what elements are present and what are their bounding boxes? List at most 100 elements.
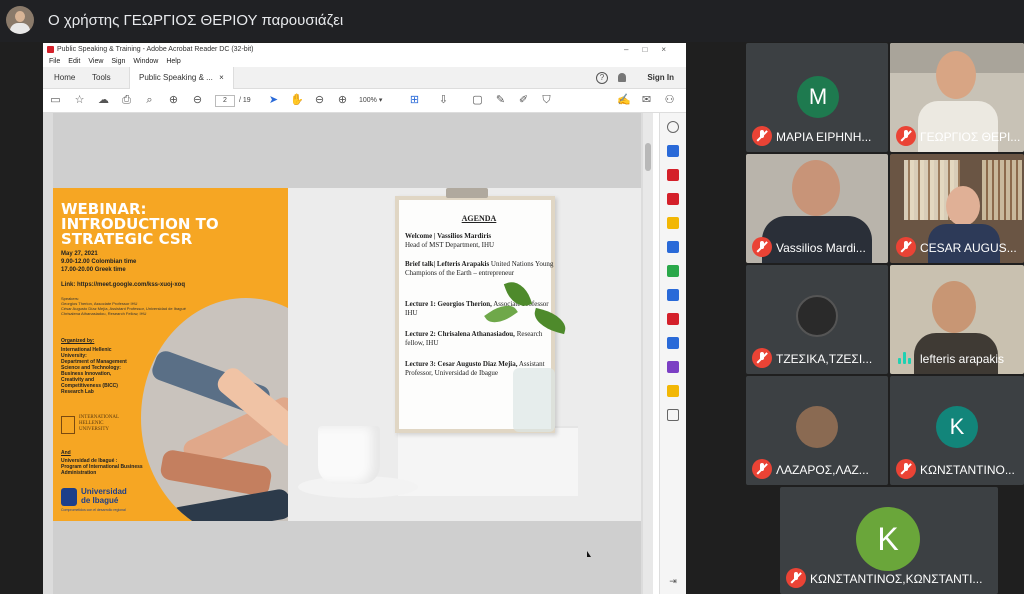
participant-tile[interactable]: K ΚΩΝΣΤΑΝΤΙΝΟ...: [890, 376, 1024, 485]
poster-speakers-line: Chrisalena Athanasiadou, Research Fellow…: [61, 311, 147, 316]
page-down-icon[interactable]: ⊖: [191, 94, 204, 107]
next-page-area: [53, 521, 641, 594]
upload-cloud-icon[interactable]: ☁: [97, 94, 110, 107]
menu-view[interactable]: View: [88, 58, 103, 65]
sound-bar: [908, 358, 911, 364]
export-excel-icon[interactable]: [667, 265, 679, 277]
zoom-select[interactable]: 100% ▾: [359, 95, 393, 107]
poster-time-greece: 17.00-20.00 Greek time: [61, 267, 126, 273]
scrollbar-thumb[interactable]: [645, 143, 651, 171]
menu-edit[interactable]: Edit: [68, 58, 80, 65]
menu-help[interactable]: Help: [166, 58, 180, 65]
export-pdf-icon[interactable]: [667, 145, 679, 157]
participant-tile[interactable]: ΤΖΕΣΙΚΑ,ΤΖΕΣΙ...: [746, 265, 888, 374]
participant-tile[interactable]: ΓΕΩΡΓΙΟΣ ΘΕΡΙ...: [890, 43, 1024, 152]
stamp-icon[interactable]: ⛉: [540, 94, 553, 107]
window-controls[interactable]: –□×: [624, 45, 680, 54]
ibague-logo-line: Universidad: [81, 487, 127, 496]
zoom-panel-icon[interactable]: [667, 121, 679, 133]
scan-icon[interactable]: [667, 289, 679, 301]
organize-pages-icon[interactable]: [667, 241, 679, 253]
vertical-scrollbar[interactable]: [643, 113, 653, 594]
protect-icon[interactable]: [667, 337, 679, 349]
participant-tile[interactable]: ΛΑΖΑΡΟΣ,ΛΑΖ...: [746, 376, 888, 485]
partner-line: Administration: [61, 470, 97, 476]
presentation-header: Ο χρήστης ΓΕΩΡΓΙΟΣ ΘΕΡΙΟΥ παρουσιάζει: [0, 0, 1024, 42]
poster-organizers: Organized by: International Hellenic Uni…: [61, 338, 141, 395]
zoom-value: 100%: [359, 97, 377, 104]
menu-sign[interactable]: Sign: [111, 58, 125, 65]
coffee-cup: [318, 426, 380, 484]
sign-icon[interactable]: ✍: [617, 94, 631, 107]
email-icon[interactable]: ✉: [640, 94, 653, 107]
redact-icon[interactable]: [667, 361, 679, 373]
participant-tile[interactable]: K ΚΩΝΣΤΑΝΤΙΝΟΣ,ΚΩΝΣΤΑΝΤΙ...: [780, 487, 998, 594]
tab-home[interactable]: Home: [45, 67, 84, 89]
more-tools-icon[interactable]: [667, 409, 679, 421]
participant-tile[interactable]: M ΜΑΡΙΑ ΕΙΡΗΝΗ...: [746, 43, 888, 152]
participant-tile[interactable]: CESAR AUGUS...: [890, 154, 1024, 263]
agenda-photo: AGENDA Welcome | Vassilios Mardiris Head …: [288, 188, 641, 521]
agenda-item: Brief talk| Lefteris Arapakis United Nat…: [405, 260, 555, 278]
page-up-icon[interactable]: ⊕: [167, 94, 180, 107]
share-user-icon[interactable]: ⚇: [663, 94, 676, 107]
menu-file[interactable]: File: [49, 58, 60, 65]
zoom-out-icon[interactable]: ⊖: [313, 94, 326, 107]
tab-document[interactable]: Public Speaking & ... ×: [129, 67, 234, 89]
participant-avatar: K: [856, 507, 920, 571]
scroll-mode-icon[interactable]: ⇩: [437, 94, 450, 107]
webinar-poster: WEBINAR: INTRODUCTION TO STRATEGIC CSR M…: [53, 188, 288, 521]
previous-page-area: [53, 113, 641, 188]
comment-icon[interactable]: ▢: [471, 94, 484, 107]
create-pdf-icon[interactable]: [667, 169, 679, 181]
send-review-icon[interactable]: [667, 385, 679, 397]
collapse-panel-icon[interactable]: ⇥: [667, 575, 679, 587]
fit-page-icon[interactable]: ⊞: [408, 94, 421, 107]
help-icon[interactable]: ?: [596, 72, 608, 84]
pdf-page: WEBINAR: INTRODUCTION TO STRATEGIC CSR M…: [53, 188, 641, 521]
sound-bar: [898, 358, 901, 364]
search-icon[interactable]: ⌕: [143, 94, 156, 107]
document-viewport[interactable]: WEBINAR: INTRODUCTION TO STRATEGIC CSR M…: [43, 113, 643, 594]
participant-face: [936, 51, 976, 99]
agenda-item: Welcome | Vassilios Mardiris Head of MST …: [405, 232, 555, 250]
combine-files-icon[interactable]: [667, 193, 679, 205]
poster-time-colombia: 9.00-12.00 Colombian time: [61, 259, 137, 265]
presenter-avatar-body: [10, 23, 30, 34]
sign-in-button[interactable]: Sign In: [647, 67, 674, 89]
glass-vase: [513, 368, 555, 432]
tab-tools[interactable]: Tools: [83, 67, 120, 89]
save-icon[interactable]: ▭: [49, 94, 62, 107]
presenter-avatar-head: [15, 11, 25, 22]
organized-by-label: Organized by:: [61, 338, 95, 344]
participant-avatar: K: [936, 406, 978, 448]
participant-face: [946, 186, 980, 226]
draw-icon[interactable]: ✐: [517, 94, 530, 107]
ihu-logo: INTERNATIONAL HELLENIC UNIVERSITY: [61, 414, 139, 438]
tab-close-icon[interactable]: ×: [219, 73, 224, 82]
zoom-in-icon[interactable]: ⊕: [336, 94, 349, 107]
page-number-input[interactable]: 2: [215, 95, 235, 107]
bell-icon[interactable]: [618, 73, 626, 82]
ibague-tagline: Comprometidos con el desarrollo regional: [61, 508, 126, 512]
mic-off-icon: [786, 568, 806, 588]
mic-off-icon: [752, 237, 772, 257]
fill-sign-icon[interactable]: [667, 313, 679, 325]
select-cursor-icon[interactable]: ➤: [267, 94, 280, 107]
menu-window[interactable]: Window: [133, 58, 158, 65]
hand-icon[interactable]: ✋: [290, 94, 304, 107]
bookmark-star-icon[interactable]: ☆: [73, 94, 86, 107]
ibague-emblem-icon: [61, 488, 77, 506]
comment-panel-icon[interactable]: [667, 217, 679, 229]
ibague-logo: Universidad de Ibagué Comprometidos con …: [61, 486, 141, 514]
participant-name: CESAR AUGUS...: [920, 241, 1017, 255]
participant-tile[interactable]: lefteris arapakis: [890, 265, 1024, 374]
ihu-logo-line: UNIVERSITY: [79, 427, 109, 432]
bookshelf: [982, 160, 1022, 220]
participant-tile[interactable]: Vassilios Mardi...: [746, 154, 888, 263]
highlight-pen-icon[interactable]: ✎: [494, 94, 507, 107]
print-icon[interactable]: ⎙: [120, 94, 133, 107]
agenda-item: Lecture 2: Chrisalena Athanasiadou, Rese…: [405, 330, 555, 348]
acrobat-menubar: File Edit View Sign Window Help: [43, 56, 686, 67]
sound-bar: [903, 352, 906, 364]
